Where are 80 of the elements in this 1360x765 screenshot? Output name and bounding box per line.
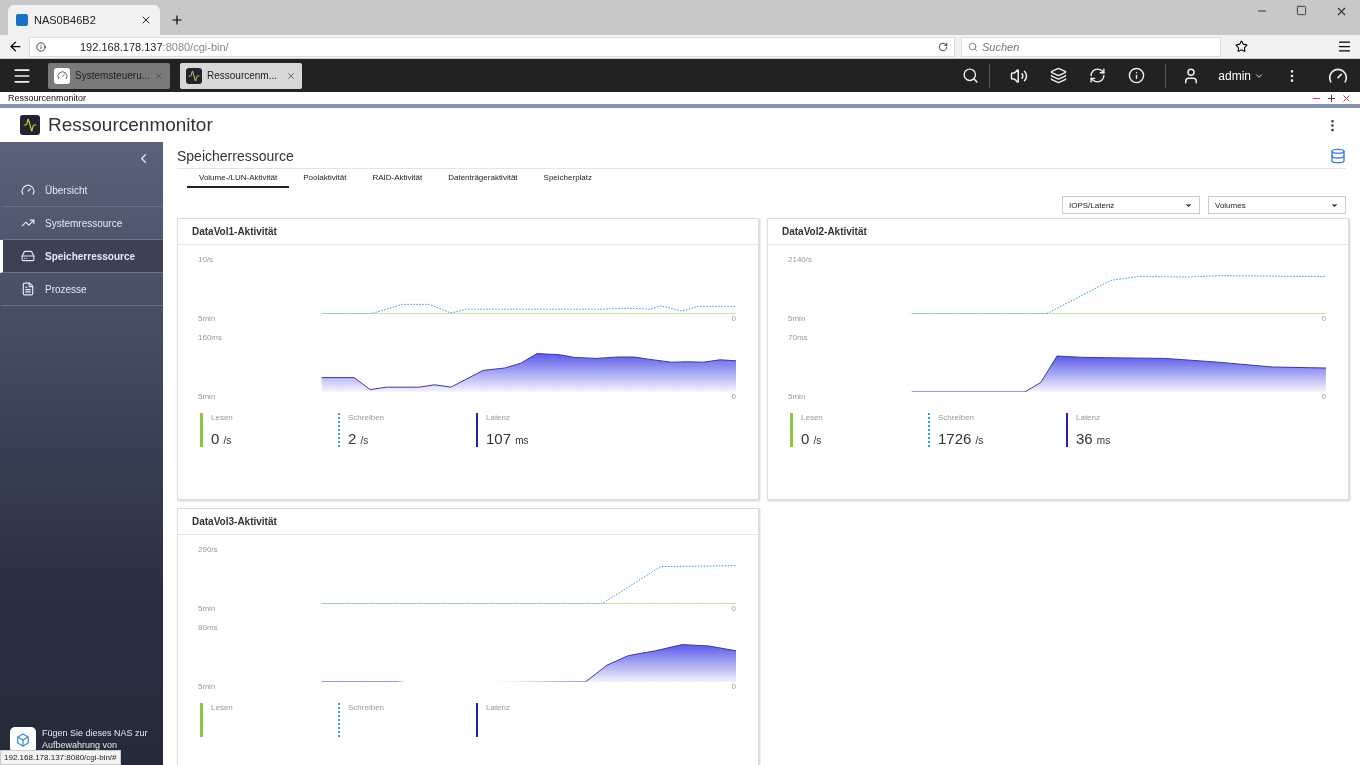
- dropdown[interactable]: Volumes: [1208, 196, 1346, 214]
- axis-label: 0: [731, 682, 736, 691]
- stat-value: 1726 /s: [938, 430, 985, 447]
- stat-label: Schreiben: [938, 413, 976, 422]
- axis-label: 2140/s: [788, 255, 814, 264]
- new-tab-icon[interactable]: [170, 13, 184, 27]
- stat-label: Latenz: [486, 703, 512, 712]
- back-icon[interactable]: [8, 39, 23, 54]
- axis-label: 0: [731, 314, 736, 323]
- stat-label: Latenz: [1076, 413, 1102, 422]
- url-text: 192.168.178.137:8080/cgi-bin/: [80, 40, 229, 53]
- axis-label: 0: [1321, 392, 1326, 401]
- sub-tab[interactable]: Poolaktivität: [291, 169, 359, 188]
- sync-icon[interactable]: [1089, 67, 1107, 84]
- app-tab[interactable]: Ressourcenm...: [180, 62, 302, 89]
- axis-label: 5min: [198, 682, 216, 691]
- sub-tab[interactable]: RAID-Aktivität: [360, 169, 435, 188]
- sub-tab[interactable]: Volume-/LUN-Aktivität: [187, 169, 290, 188]
- stat-value: 36 ms: [1076, 430, 1112, 447]
- axis-label: 0: [731, 392, 736, 401]
- sub-tab[interactable]: Speicherplatz: [531, 169, 605, 188]
- card-title: DataVol1-Aktivität: [192, 226, 277, 237]
- menu-icon[interactable]: [1337, 39, 1352, 54]
- stat-value: 2 /s: [348, 430, 370, 447]
- maximize-icon[interactable]: [1296, 5, 1307, 16]
- search-icon: [968, 41, 978, 52]
- axis-label: 5min: [198, 604, 216, 613]
- axis-label: 5min: [788, 392, 806, 401]
- axis-label: 160ms: [198, 333, 223, 342]
- sidebar-icon: [21, 282, 35, 296]
- stat-value: 0 /s: [211, 430, 233, 447]
- search-icon[interactable]: [962, 67, 980, 84]
- axis-label: 10/s: [198, 255, 215, 264]
- axis-label: 80ms: [198, 623, 219, 632]
- browser-tab[interactable]: NAS0B46B2: [8, 5, 160, 35]
- sidebar-item[interactable]: Speicherressource: [0, 240, 163, 273]
- sub-tab[interactable]: Datenträgeraktivität: [436, 169, 530, 188]
- reload-icon[interactable]: [938, 41, 948, 52]
- site-icon: [16, 14, 28, 26]
- window-title: Ressourcenmonitor: [8, 93, 87, 103]
- status-url: 192.168.178.137:8080/cgi-bin/#: [0, 750, 121, 765]
- sidebar-icon: [21, 249, 35, 263]
- stat-value: 0 /s: [801, 430, 823, 447]
- card-title: DataVol2-Aktivität: [782, 226, 867, 237]
- promo-text: Fügen Sie dieses NAS zur Aufbewahrung von: [42, 727, 149, 751]
- close-icon[interactable]: [140, 14, 152, 26]
- speaker-icon[interactable]: [1010, 66, 1029, 85]
- axis-label: 5min: [788, 314, 806, 323]
- database-icon[interactable]: [1330, 148, 1346, 164]
- sidebar-item[interactable]: Prozesse: [0, 273, 163, 306]
- stat-label: Schreiben: [348, 703, 386, 712]
- app-title: Ressourcenmonitor: [48, 114, 213, 136]
- stat-label: Lesen: [211, 413, 234, 422]
- layers-icon[interactable]: [1050, 67, 1068, 84]
- pulse-icon: [188, 69, 200, 82]
- cube-icon: [10, 727, 36, 753]
- stat-value: 107 ms: [486, 430, 530, 447]
- sidebar-icon: [21, 183, 35, 197]
- dropdown[interactable]: IOPS/Latenz: [1062, 196, 1200, 214]
- url-field[interactable]: 192.168.178.137:8080/cgi-bin/: [29, 36, 955, 57]
- axis-label: 5min: [198, 314, 216, 323]
- stat-label: Lesen: [211, 703, 234, 712]
- stat-label: Lesen: [801, 413, 824, 422]
- sidebar-item[interactable]: Übersicht: [0, 174, 163, 207]
- star-icon[interactable]: [1235, 40, 1248, 53]
- maximize-icon[interactable]: [1326, 92, 1337, 104]
- close-icon[interactable]: [1335, 5, 1348, 18]
- app-logo: [20, 115, 40, 135]
- axis-label: 0: [1321, 314, 1326, 323]
- search-field[interactable]: Suchen: [961, 36, 1221, 57]
- app-tab[interactable]: Systemsteueru...: [48, 62, 170, 89]
- axis-label: 0: [731, 604, 736, 613]
- axis-label: 5min: [198, 392, 216, 401]
- stat-label: Latenz: [486, 413, 512, 422]
- user-menu[interactable]: admin: [1218, 68, 1264, 83]
- axis-label: 70ms: [788, 333, 809, 342]
- axis-label: 290/s: [198, 545, 219, 554]
- stat-label: Schreiben: [348, 413, 386, 422]
- card-title: DataVol3-Aktivität: [192, 516, 277, 527]
- page-title: Speicherressource: [177, 148, 294, 164]
